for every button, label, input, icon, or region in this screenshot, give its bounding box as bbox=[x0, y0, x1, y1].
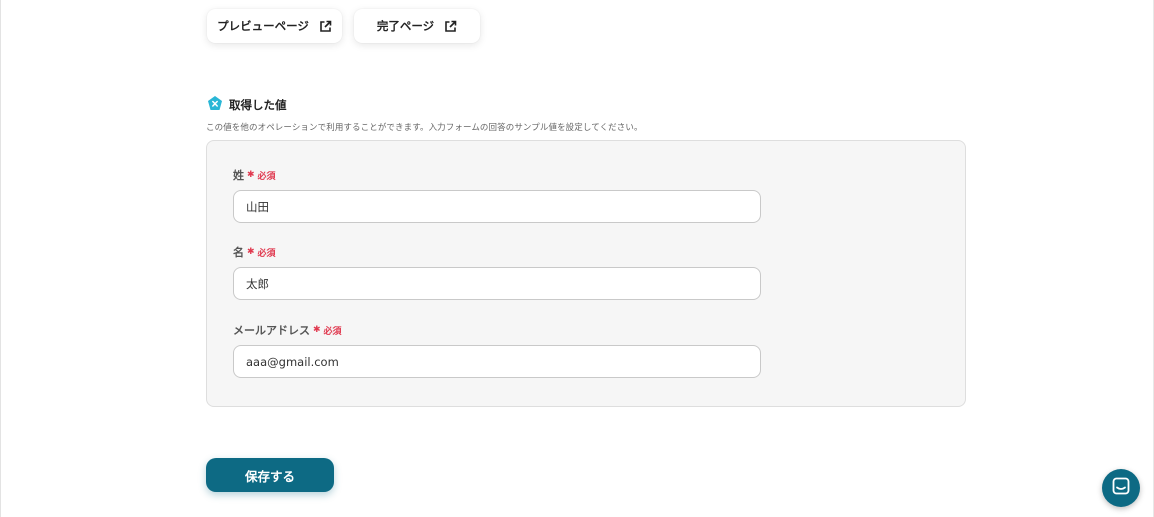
chat-icon bbox=[1112, 477, 1130, 499]
last-name-input[interactable] bbox=[233, 190, 761, 223]
complete-page-button[interactable]: 完了ページ bbox=[354, 9, 480, 43]
external-link-icon bbox=[319, 20, 332, 33]
section-title: 取得した値 bbox=[229, 97, 287, 112]
field-label-text: 名 bbox=[233, 246, 244, 259]
chat-launcher-button[interactable] bbox=[1102, 469, 1140, 507]
complete-page-label: 完了ページ bbox=[376, 19, 435, 33]
preview-page-label: プレビューページ bbox=[217, 19, 309, 33]
required-badge: 必須 bbox=[323, 326, 342, 337]
field-label-text: メールアドレス bbox=[233, 324, 310, 337]
first-name-label: 名 ✱ 必須 bbox=[233, 244, 276, 260]
left-border bbox=[0, 0, 1, 517]
email-input[interactable] bbox=[233, 345, 761, 378]
section-description: この値を他のオペレーションで利用することができます。入力フォームの回答のサンプル… bbox=[206, 123, 643, 133]
preview-page-button[interactable]: プレビューページ bbox=[207, 9, 342, 43]
first-name-input[interactable] bbox=[233, 267, 761, 300]
save-button[interactable]: 保存する bbox=[206, 458, 334, 492]
email-label: メールアドレス ✱ 必須 bbox=[233, 322, 342, 338]
asterisk-icon: ✱ bbox=[247, 170, 255, 180]
required-badge: 必須 bbox=[257, 171, 276, 182]
external-link-icon bbox=[444, 20, 457, 33]
asterisk-icon: ✱ bbox=[313, 325, 321, 335]
last-name-label: 姓 ✱ 必須 bbox=[233, 167, 276, 183]
section-heading: 取得した値 bbox=[207, 95, 287, 114]
field-label-text: 姓 bbox=[233, 169, 244, 182]
pentagon-x-icon bbox=[207, 95, 223, 114]
required-badge: 必須 bbox=[257, 248, 276, 259]
asterisk-icon: ✱ bbox=[247, 247, 255, 257]
